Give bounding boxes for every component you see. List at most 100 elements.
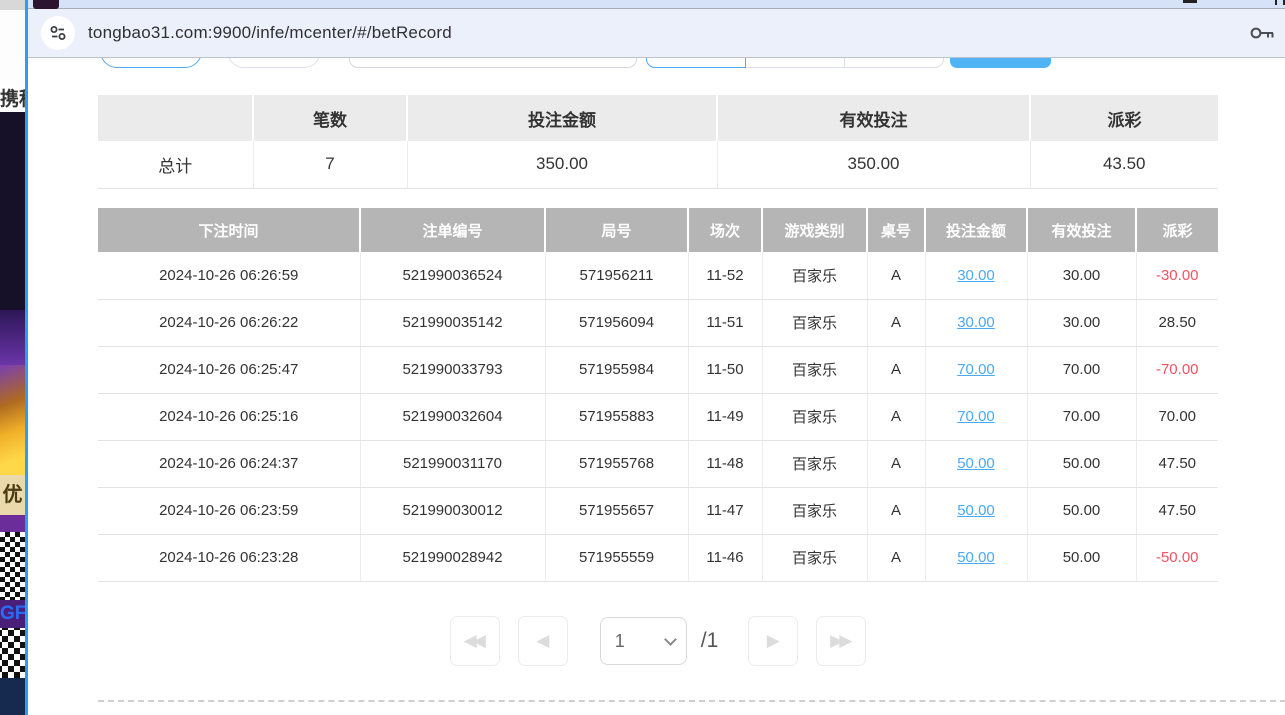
summary-header-count: 笔数 xyxy=(253,95,407,141)
cell-table-no: A xyxy=(867,299,925,346)
background-window-strip: 携程 优 GF xyxy=(0,0,25,715)
cell-session: 11-50 xyxy=(688,346,762,393)
cell-valid-bet: 30.00 xyxy=(1027,299,1136,346)
cell-table-no: A xyxy=(867,346,925,393)
search-button[interactable] xyxy=(950,58,1051,68)
password-key-button[interactable] xyxy=(1249,25,1275,41)
filter-tab-button-2[interactable] xyxy=(227,58,321,68)
prev-page-button[interactable]: ◀ xyxy=(518,616,568,666)
summary-table: 笔数 投注金额 有效投注 派彩 总计 7 350.00 350.00 43.50 xyxy=(98,95,1218,189)
first-page-button[interactable]: ◀◀ xyxy=(450,616,500,666)
background-text-gf: GF xyxy=(0,600,25,628)
bet-amount-link[interactable]: 30.00 xyxy=(957,267,995,284)
page-select[interactable]: 1 xyxy=(600,617,687,665)
bet-record-table: 下注时间 注单编号 局号 场次 游戏类别 桌号 投注金额 有效投注 派彩 202… xyxy=(98,208,1218,582)
site-info-button[interactable] xyxy=(41,16,75,50)
cell-round-no: 571956211 xyxy=(545,252,688,299)
bet-amount-link[interactable]: 70.00 xyxy=(957,408,995,425)
cell-session: 11-52 xyxy=(688,252,762,299)
bet-amount-link[interactable]: 50.00 xyxy=(957,502,995,519)
cell-table-no: A xyxy=(867,487,925,534)
double-left-arrow-icon: ◀◀ xyxy=(464,631,482,651)
cell-game-type: 百家乐 xyxy=(762,487,867,534)
cell-bet-time: 2024-10-26 06:23:59 xyxy=(98,487,360,534)
header-table-no: 桌号 xyxy=(867,208,925,252)
cell-session: 11-49 xyxy=(688,393,762,440)
summary-total-valid-bet: 350.00 xyxy=(717,141,1030,188)
search-input[interactable] xyxy=(349,58,637,68)
page-select-wrap: 1 xyxy=(600,617,687,665)
tune-icon xyxy=(49,24,67,42)
bet-amount-link[interactable]: 50.00 xyxy=(957,549,995,566)
cell-bet-amount: 30.00 xyxy=(925,299,1027,346)
background-block xyxy=(0,678,25,715)
browser-tab-strip xyxy=(28,0,1285,9)
next-page-button[interactable]: ▶ xyxy=(748,616,798,666)
cell-bet-amount: 50.00 xyxy=(925,534,1027,581)
background-promo-image xyxy=(0,365,25,475)
cell-bet-amount: 50.00 xyxy=(925,440,1027,487)
cell-session: 11-51 xyxy=(688,299,762,346)
cell-round-no: 571955559 xyxy=(545,534,688,581)
left-arrow-icon: ◀ xyxy=(536,631,545,651)
header-bet-amount: 投注金额 xyxy=(925,208,1027,252)
bet-table-body: 2024-10-26 06:26:59521990036524571956211… xyxy=(98,252,1218,581)
window-minimize-icon[interactable] xyxy=(1183,0,1197,3)
filter-tab-button[interactable] xyxy=(100,58,202,68)
window-control-icon[interactable] xyxy=(1275,0,1285,5)
cell-session: 11-46 xyxy=(688,534,762,581)
page-content: 笔数 投注金额 有效投注 派彩 总计 7 350.00 350.00 43.50 xyxy=(28,58,1285,714)
browser-address-bar[interactable]: tongbao31.com:9900/infe/mcenter/#/betRec… xyxy=(28,9,1285,58)
cell-game-type: 百家乐 xyxy=(762,534,867,581)
cell-valid-bet: 50.00 xyxy=(1027,487,1136,534)
date-range-option-3[interactable] xyxy=(845,58,944,68)
bet-amount-link[interactable]: 50.00 xyxy=(957,455,995,472)
background-block xyxy=(0,112,25,310)
cell-bet-id: 521990030012 xyxy=(360,487,545,534)
url-text[interactable]: tongbao31.com:9900/infe/mcenter/#/betRec… xyxy=(88,23,452,43)
cell-game-type: 百家乐 xyxy=(762,299,867,346)
table-row: 2024-10-26 06:24:37521990031170571955768… xyxy=(98,440,1218,487)
qr-code-image xyxy=(0,532,25,600)
cell-game-type: 百家乐 xyxy=(762,393,867,440)
header-session: 场次 xyxy=(688,208,762,252)
summary-total-payout: 43.50 xyxy=(1030,141,1218,188)
cell-bet-amount: 30.00 xyxy=(925,252,1027,299)
bet-table-header-row: 下注时间 注单编号 局号 场次 游戏类别 桌号 投注金额 有效投注 派彩 xyxy=(98,208,1218,252)
cell-bet-amount: 70.00 xyxy=(925,346,1027,393)
double-right-arrow-icon: ▶▶ xyxy=(830,631,848,651)
header-bet-time: 下注时间 xyxy=(98,208,360,252)
cell-bet-time: 2024-10-26 06:25:16 xyxy=(98,393,360,440)
cell-table-no: A xyxy=(867,440,925,487)
table-row: 2024-10-26 06:23:59521990030012571955657… xyxy=(98,487,1218,534)
cell-bet-time: 2024-10-26 06:24:37 xyxy=(98,440,360,487)
right-arrow-icon: ▶ xyxy=(767,631,776,651)
cell-game-type: 百家乐 xyxy=(762,440,867,487)
pagination: ◀◀ ◀ 1 /1 ▶ ▶▶ xyxy=(98,615,1218,667)
cell-payout: 47.50 xyxy=(1136,487,1218,534)
cell-payout: -30.00 xyxy=(1136,252,1218,299)
cell-valid-bet: 50.00 xyxy=(1027,440,1136,487)
summary-header-empty xyxy=(98,95,253,141)
background-text-ctrip: 携程 xyxy=(0,84,25,112)
cell-session: 11-48 xyxy=(688,440,762,487)
table-row: 2024-10-26 06:26:22521990035142571956094… xyxy=(98,299,1218,346)
cell-bet-id: 521990036524 xyxy=(360,252,545,299)
cell-bet-id: 521990035142 xyxy=(360,299,545,346)
cell-valid-bet: 30.00 xyxy=(1027,252,1136,299)
cell-payout: -50.00 xyxy=(1136,534,1218,581)
header-game-type: 游戏类别 xyxy=(762,208,867,252)
cell-payout: 47.50 xyxy=(1136,440,1218,487)
table-row: 2024-10-26 06:25:16521990032604571955883… xyxy=(98,393,1218,440)
last-page-button[interactable]: ▶▶ xyxy=(816,616,866,666)
bet-amount-link[interactable]: 30.00 xyxy=(957,314,995,331)
cell-round-no: 571955657 xyxy=(545,487,688,534)
date-range-option-1[interactable] xyxy=(646,58,746,68)
cell-table-no: A xyxy=(867,252,925,299)
summary-header-valid-bet: 有效投注 xyxy=(717,95,1030,141)
cell-round-no: 571955768 xyxy=(545,440,688,487)
table-row: 2024-10-26 06:23:28521990028942571955559… xyxy=(98,534,1218,581)
summary-total-count: 7 xyxy=(253,141,407,188)
bet-amount-link[interactable]: 70.00 xyxy=(957,361,995,378)
date-range-option-2[interactable] xyxy=(746,58,845,68)
